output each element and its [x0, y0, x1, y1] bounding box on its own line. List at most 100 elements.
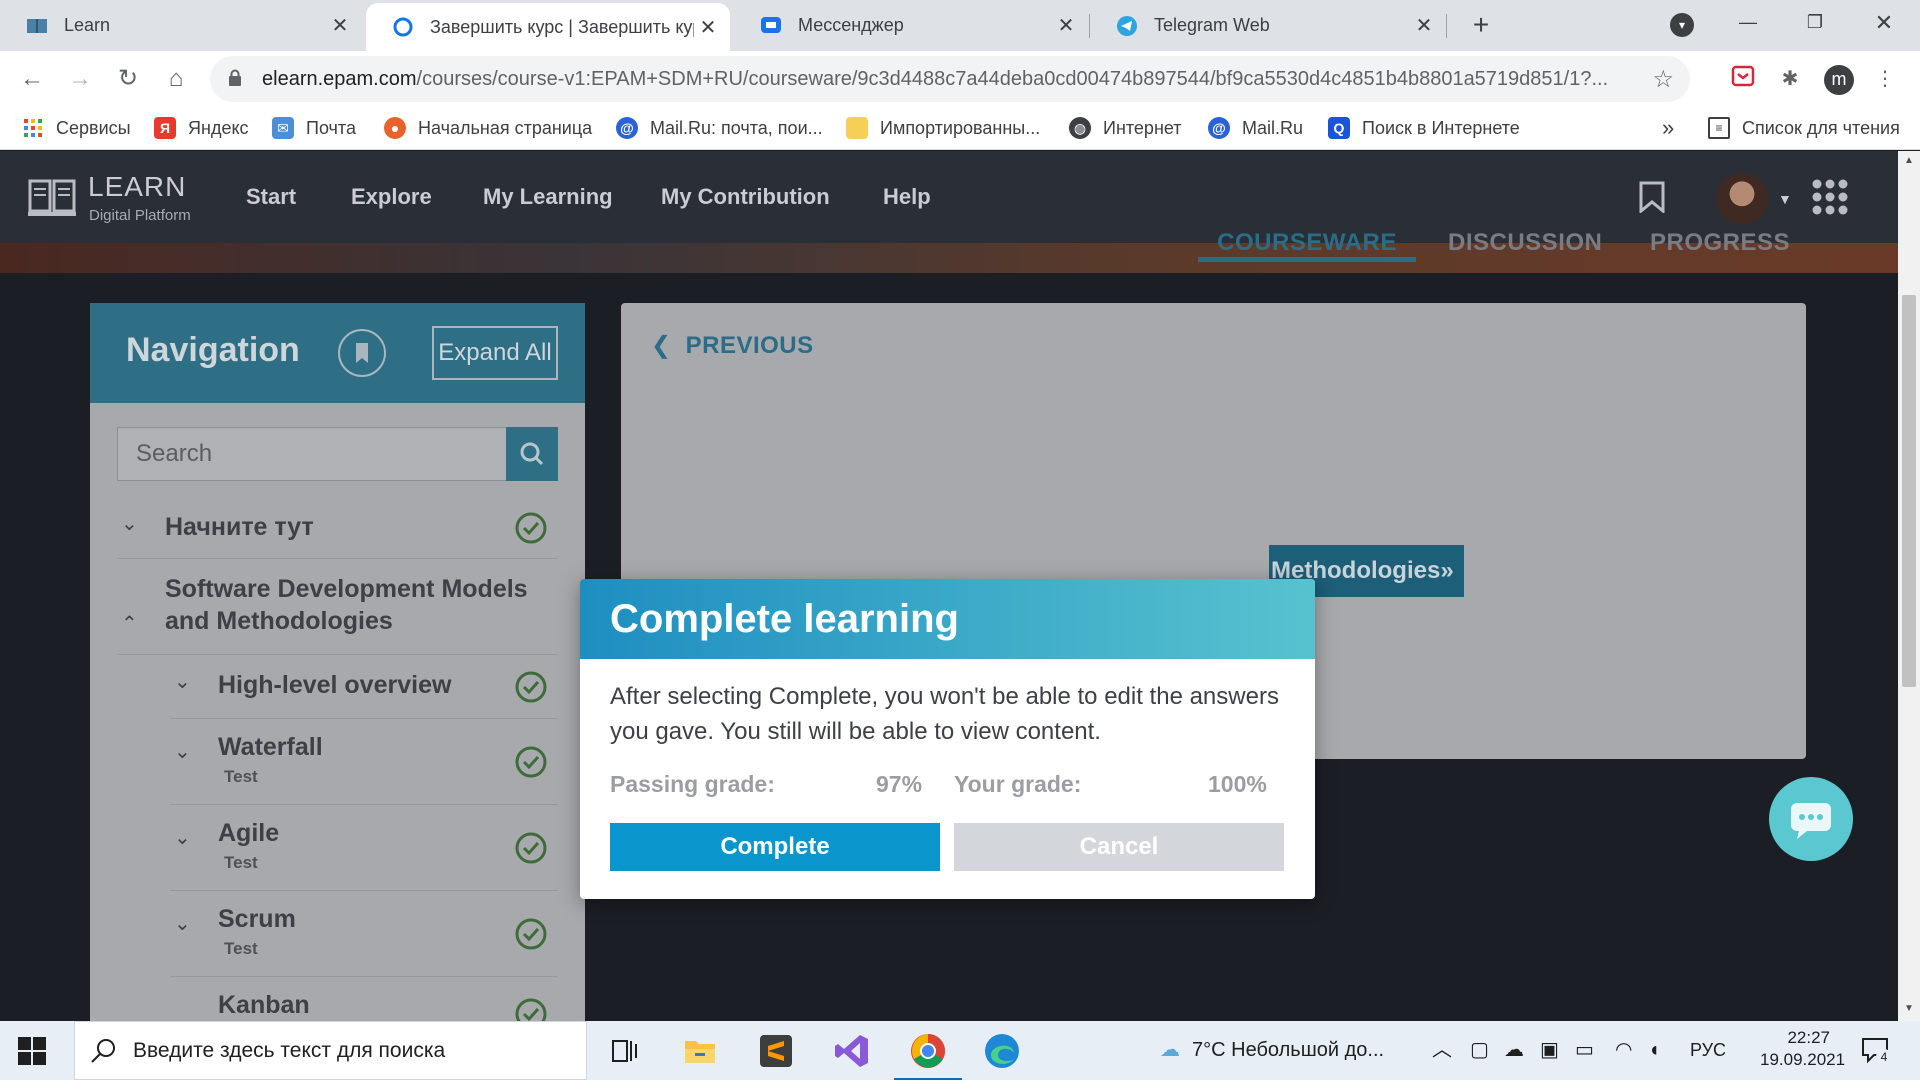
close-window-icon[interactable]: ✕	[1855, 0, 1913, 45]
bookmark-yandex[interactable]: Я Яндекс	[154, 106, 249, 150]
task-view-icon[interactable]	[602, 1029, 646, 1073]
nav-subsection-waterfall[interactable]: ⌄ Waterfall Test	[170, 719, 558, 805]
new-tab-button[interactable]: +	[1464, 8, 1498, 42]
chevron-down-icon[interactable]: ▼	[1778, 191, 1792, 207]
reload-icon[interactable]: ↻	[112, 63, 144, 95]
nav-item-label: Software Development Models and Methodol…	[165, 575, 528, 635]
bookmark-start-page[interactable]: ● Начальная страница	[384, 106, 592, 150]
visual-studio-icon[interactable]	[830, 1029, 874, 1073]
nav-subsection-kanban[interactable]: Kanban	[170, 977, 558, 1021]
passing-grade-label: Passing grade:	[610, 771, 775, 797]
tab-progress[interactable]: PROGRESS	[1650, 229, 1790, 257]
yandex-icon: Я	[154, 117, 176, 139]
close-tab-icon[interactable]: ✕	[1052, 13, 1080, 38]
weather-widget[interactable]: ☁ 7°C Небольшой до...	[1160, 1021, 1384, 1080]
nav-help[interactable]: Help	[883, 151, 931, 243]
bookmark-web-search[interactable]: Q Поиск в Интернете	[1328, 106, 1520, 150]
bookmark-imported[interactable]: Импортированны...	[846, 106, 1040, 150]
reading-list[interactable]: ≡ Список для чтения	[1708, 106, 1900, 150]
show-hidden-icons-icon[interactable]: ︿	[1432, 1021, 1452, 1080]
notification-center-icon[interactable]: 4	[1860, 1035, 1892, 1065]
firefox-icon: ●	[384, 117, 406, 139]
tab-search-icon[interactable]: ▾	[1670, 13, 1694, 37]
tab-learn[interactable]: Learn ✕	[0, 0, 362, 51]
tab-complete-course[interactable]: Завершить курс | Завершить курс ✕	[366, 3, 730, 51]
close-tab-icon[interactable]: ✕	[326, 13, 354, 38]
reading-list-label: Список для чтения	[1742, 117, 1900, 138]
file-explorer-icon[interactable]	[678, 1029, 722, 1073]
chevron-down-icon: ⌄	[174, 913, 191, 935]
navigation-search-button[interactable]	[506, 427, 558, 481]
battery-icon[interactable]: ▭	[1575, 1021, 1594, 1080]
apps-grid-icon[interactable]	[1812, 179, 1848, 215]
site-header: LEARN Digital Platform Start Explore My …	[0, 151, 1898, 243]
sublime-text-icon[interactable]	[754, 1029, 798, 1073]
chat-support-button[interactable]	[1769, 777, 1853, 861]
logo-title[interactable]: LEARN	[88, 171, 186, 203]
more-bookmarks-icon[interactable]: »	[1662, 106, 1674, 150]
restore-icon[interactable]: ❐	[1786, 0, 1844, 45]
nav-my-learning[interactable]: My Learning	[483, 151, 613, 243]
nav-section-start-here[interactable]: ⌄ Начните тут	[117, 499, 558, 559]
screen-icon[interactable]: ▣	[1540, 1021, 1559, 1080]
nav-subsection-scrum[interactable]: ⌄ Scrum Test	[170, 891, 558, 977]
browser-menu-icon[interactable]: ⋮	[1870, 64, 1900, 94]
nav-my-contribution[interactable]: My Contribution	[661, 151, 830, 243]
meet-now-icon[interactable]: ▢	[1470, 1021, 1489, 1080]
passing-grade-value: 97%	[876, 771, 923, 797]
bookmark-mailru[interactable]: @ Mail.Ru	[1208, 106, 1303, 150]
scroll-up-icon[interactable]: ▲	[1898, 155, 1920, 166]
taskbar-search-box[interactable]: Введите здесь текст для поиска	[74, 1021, 587, 1080]
tab-discussion[interactable]: DISCUSSION	[1448, 229, 1602, 257]
complete-button[interactable]: Complete	[610, 823, 940, 871]
volume-icon[interactable]: ◖	[1648, 1021, 1660, 1080]
scroll-down-icon[interactable]: ▼	[1898, 1003, 1920, 1014]
book-icon	[26, 15, 48, 37]
home-icon[interactable]: ⌂	[160, 63, 192, 95]
close-tab-icon[interactable]: ✕	[694, 15, 722, 40]
messenger-icon	[760, 15, 782, 37]
chevron-up-icon: ⌃	[121, 613, 138, 635]
address-bar[interactable]: elearn.epam.com/courses/course-v1:EPAM+S…	[210, 56, 1690, 102]
cancel-button[interactable]: Cancel	[954, 823, 1284, 871]
nav-explore[interactable]: Explore	[351, 151, 432, 243]
bookmark-icon[interactable]	[1638, 181, 1666, 213]
previous-button[interactable]: ❮ PREVIOUS	[651, 331, 814, 360]
pocket-extension-icon[interactable]	[1728, 64, 1758, 94]
check-circle-icon	[515, 832, 547, 864]
nav-section-sdm[interactable]: ⌃ Software Development Models and Method…	[117, 559, 558, 655]
minimize-icon[interactable]: —	[1719, 0, 1777, 45]
bookmark-filter-button[interactable]	[338, 329, 386, 377]
navigation-search-input[interactable]: Search	[117, 427, 507, 481]
bookmark-services[interactable]: Сервисы	[22, 106, 131, 150]
windows-start-icon[interactable]	[18, 1037, 46, 1065]
apps-grid-icon	[22, 117, 44, 139]
user-avatar[interactable]	[1716, 173, 1768, 225]
tab-separator	[1446, 14, 1447, 38]
expand-all-button[interactable]: Expand All	[432, 326, 558, 380]
scrollbar-thumb[interactable]	[1902, 295, 1916, 687]
profile-avatar[interactable]: m	[1824, 65, 1854, 95]
page-scrollbar[interactable]: ▲ ▼	[1898, 151, 1920, 1021]
tab-telegram[interactable]: Telegram Web ✕	[1090, 0, 1446, 51]
edge-icon[interactable]	[980, 1029, 1024, 1073]
taskbar-search-placeholder: Введите здесь текст для поиска	[133, 1039, 446, 1062]
onedrive-icon[interactable]: ☁	[1504, 1021, 1524, 1080]
bookmark-mail[interactable]: ✉ Почта	[272, 106, 356, 150]
back-icon[interactable]: ←	[16, 63, 48, 95]
forward-icon[interactable]: →	[64, 63, 96, 95]
nav-subsection-agile[interactable]: ⌄ Agile Test	[170, 805, 558, 891]
tab-courseware[interactable]: COURSEWARE	[1198, 229, 1416, 262]
input-language[interactable]: РУС	[1690, 1021, 1726, 1080]
tab-messenger[interactable]: Мессенджер ✕	[734, 0, 1088, 51]
nav-start[interactable]: Start	[246, 151, 296, 243]
chrome-icon[interactable]	[894, 1029, 962, 1080]
wifi-icon[interactable]: ◠	[1615, 1021, 1632, 1080]
extensions-puzzle-icon[interactable]: ✱	[1775, 64, 1805, 94]
nav-subsection-high-level-overview[interactable]: ⌄ High-level overview	[170, 655, 558, 719]
close-tab-icon[interactable]: ✕	[1410, 13, 1438, 38]
bookmark-internet[interactable]: ◍ Интернет	[1069, 106, 1182, 150]
bookmark-mailru-search[interactable]: @ Mail.Ru: почта, пои...	[616, 106, 823, 150]
system-clock[interactable]: 22:27 19.09.2021	[1760, 1027, 1845, 1071]
bookmark-star-icon[interactable]: ☆	[1652, 65, 1674, 94]
